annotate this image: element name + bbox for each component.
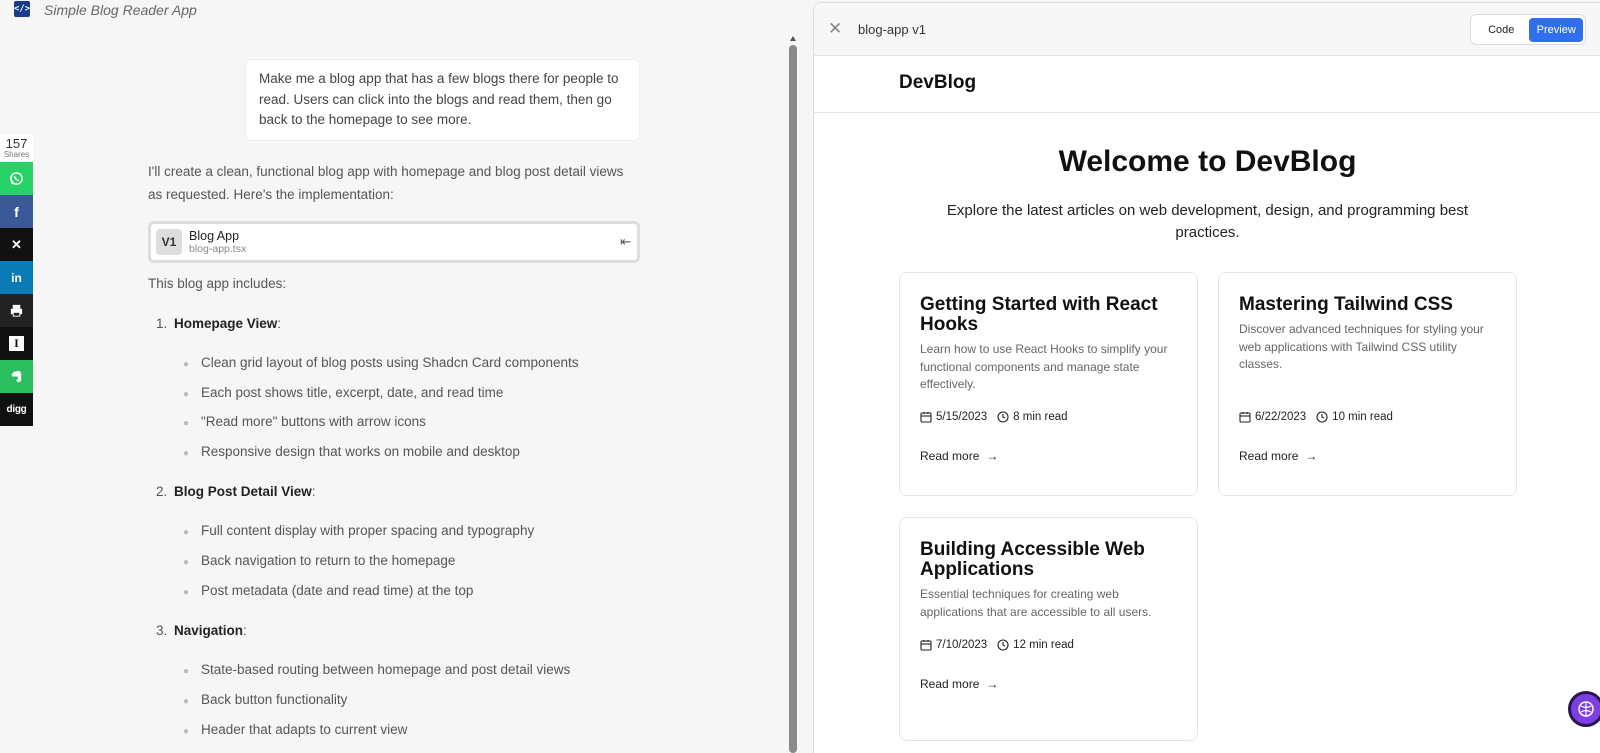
arrow-right-icon: → (986, 677, 999, 691)
close-icon[interactable]: ✕ (828, 19, 842, 39)
section-heading: 2. Blog Post Detail View: (156, 484, 316, 499)
panel-header: ✕ blog-app v1 Code Preview (814, 3, 1600, 56)
scroll-up-arrow-icon[interactable] (790, 36, 796, 41)
arrow-right-icon: → (1305, 449, 1318, 463)
preview-tab-button[interactable]: Preview (1529, 17, 1583, 42)
read-more-button[interactable]: Read more → (1239, 449, 1317, 463)
app-title: Simple Blog Reader App (44, 2, 197, 18)
includes-label: This blog app includes: (148, 276, 287, 291)
blog-post-card[interactable]: Getting Started with React Hooks Learn h… (899, 272, 1198, 496)
open-artifact-icon[interactable]: ⇤ (620, 234, 631, 250)
post-read-time: 10 min read (1332, 411, 1393, 423)
artifact-card[interactable]: V1 Blog App blog-app.tsx ⇤ (148, 221, 640, 263)
scrollbar-thumb[interactable] (789, 45, 797, 753)
assistant-intro: I'll create a clean, functional blog app… (148, 164, 624, 202)
section-heading: 1. Homepage View: (156, 316, 282, 331)
list-item: ● Back button functionality (183, 692, 348, 707)
top-bar: </> Simple Blog Reader App (0, 0, 790, 22)
calendar-icon (920, 412, 932, 423)
blog-post-card[interactable]: Building Accessible Web Applications Ess… (899, 517, 1198, 741)
post-excerpt: Essential techniques for creating web ap… (920, 587, 1152, 619)
app-logo-icon: </> (14, 1, 30, 17)
list-item: ● Post metadata (date and read time) at t… (183, 583, 474, 598)
post-date: 7/10/2023 (936, 639, 988, 651)
clock-icon (1316, 411, 1328, 423)
site-brand[interactable]: DevBlog (899, 72, 976, 94)
section-heading: 3. Navigation: (156, 623, 247, 638)
clock-icon (997, 411, 1009, 423)
read-more-button[interactable]: Read more → (920, 677, 998, 691)
list-item: ● State-based routing between homepage an… (183, 662, 571, 677)
calendar-icon (1239, 412, 1251, 423)
post-meta: 7/10/2023 12 min read (920, 639, 1074, 651)
calendar-icon (920, 640, 932, 651)
read-more-button[interactable]: Read more → (920, 449, 998, 463)
blog-post-card[interactable]: Mastering Tailwind CSS Discover advanced… (1218, 272, 1517, 496)
list-item: ● Header that adapts to current view (183, 722, 408, 737)
post-title[interactable]: Building Accessible Web Applications (920, 540, 1185, 580)
list-item: ● Responsive design that works on mobile … (183, 444, 520, 459)
clock-icon (997, 639, 1009, 651)
code-tab-button[interactable]: Code (1473, 24, 1529, 36)
artifact-panel: ✕ blog-app v1 Code Preview DevBlog Welco… (813, 2, 1600, 753)
site-header: DevBlog (814, 56, 1600, 113)
list-item: ● Clean grid layout of blog posts using S… (183, 355, 579, 370)
post-date: 6/22/2023 (1255, 411, 1307, 423)
hero-subtitle: Explore the latest articles on web devel… (946, 202, 1469, 241)
panel-title: blog-app v1 (858, 22, 926, 37)
chat-scrollbar[interactable] (789, 36, 797, 753)
artifact-filename: blog-app.tsx (189, 242, 247, 255)
post-excerpt: Learn how to use React Hooks to simplify… (920, 342, 1168, 391)
post-meta: 6/22/2023 10 min read (1239, 411, 1393, 423)
view-toggle: Code Preview (1470, 14, 1586, 45)
chat-column: Make me a blog app that has a few blogs … (0, 22, 780, 753)
assistant-brain-icon[interactable] (1568, 691, 1600, 727)
artifact-version-badge: V1 (156, 229, 182, 255)
artifact-name: Blog App (189, 228, 240, 243)
post-title[interactable]: Getting Started with React Hooks (920, 295, 1185, 335)
hero-title: Welcome to DevBlog (1058, 145, 1357, 178)
post-read-time: 12 min read (1013, 639, 1074, 651)
list-item: ● Full content display with proper spacin… (183, 523, 535, 538)
post-excerpt: Discover advanced techniques for styling… (1239, 322, 1484, 371)
post-title[interactable]: Mastering Tailwind CSS (1239, 295, 1504, 315)
post-date: 5/15/2023 (936, 411, 988, 423)
post-meta: 5/15/2023 8 min read (920, 411, 1068, 423)
list-item: ● "Read more" buttons with arrow icons (183, 414, 426, 429)
arrow-right-icon: → (986, 449, 999, 463)
list-item: ● Each post shows title, excerpt, date, a… (183, 385, 504, 400)
list-item: ● Back navigation to return to the homepa… (183, 553, 456, 568)
user-message: Make me a blog app that has a few blogs … (245, 59, 640, 141)
post-read-time: 8 min read (1013, 411, 1068, 423)
